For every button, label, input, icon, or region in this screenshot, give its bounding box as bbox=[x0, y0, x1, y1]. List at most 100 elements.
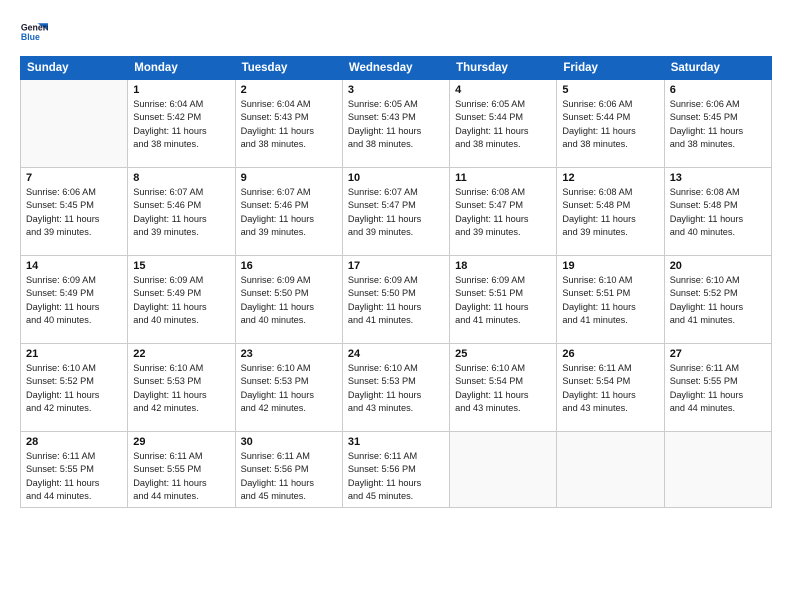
cell-line: and 45 minutes. bbox=[348, 490, 444, 503]
day-cell: 19Sunrise: 6:10 AMSunset: 5:51 PMDayligh… bbox=[557, 256, 664, 344]
cell-line: and 38 minutes. bbox=[133, 138, 229, 151]
cell-line: Daylight: 11 hours bbox=[133, 389, 229, 402]
day-number: 12 bbox=[562, 172, 658, 184]
cell-line: and 41 minutes. bbox=[348, 314, 444, 327]
col-header-saturday: Saturday bbox=[664, 57, 771, 80]
cell-line: Sunset: 5:50 PM bbox=[241, 287, 337, 300]
cell-line: Sunrise: 6:09 AM bbox=[348, 274, 444, 287]
cell-line: and 40 minutes. bbox=[26, 314, 122, 327]
day-cell: 11 Sunrise: 6:08 AMSunset: 5:47 PMDayligh… bbox=[450, 168, 557, 256]
day-number: 15 bbox=[133, 260, 229, 272]
cell-line: Sunset: 5:52 PM bbox=[670, 287, 766, 300]
cell-line: and 39 minutes. bbox=[562, 226, 658, 239]
day-number: 8 bbox=[133, 172, 229, 184]
day-cell: 12Sunrise: 6:08 AMSunset: 5:48 PMDayligh… bbox=[557, 168, 664, 256]
cell-line: Sunset: 5:46 PM bbox=[241, 199, 337, 212]
cell-line: Sunrise: 6:10 AM bbox=[455, 362, 551, 375]
cell-line: Sunset: 5:56 PM bbox=[348, 463, 444, 476]
cell-line: Sunset: 5:47 PM bbox=[348, 199, 444, 212]
header: General Blue bbox=[20, 18, 772, 46]
cell-line: Sunset: 5:52 PM bbox=[26, 375, 122, 388]
day-cell: 2Sunrise: 6:04 AMSunset: 5:43 PMDaylight… bbox=[235, 80, 342, 168]
svg-text:General: General bbox=[21, 22, 48, 32]
day-cell: 6Sunrise: 6:06 AMSunset: 5:45 PMDaylight… bbox=[664, 80, 771, 168]
day-cell: 15Sunrise: 6:09 AMSunset: 5:49 PMDayligh… bbox=[128, 256, 235, 344]
cell-line: Sunrise: 6:05 AM bbox=[348, 98, 444, 111]
cell-line: Sunset: 5:43 PM bbox=[241, 111, 337, 124]
cell-line: Daylight: 11 hours bbox=[670, 125, 766, 138]
cell-line: Daylight: 11 hours bbox=[348, 125, 444, 138]
cell-line: Sunrise: 6:11 AM bbox=[241, 450, 337, 463]
cell-line: Daylight: 11 hours bbox=[670, 301, 766, 314]
cell-line: Sunrise: 6:11 AM bbox=[670, 362, 766, 375]
cell-line: Sunset: 5:53 PM bbox=[241, 375, 337, 388]
cell-line: Daylight: 11 hours bbox=[562, 213, 658, 226]
week-row-2: 7Sunrise: 6:06 AMSunset: 5:45 PMDaylight… bbox=[21, 168, 772, 256]
cell-line: Daylight: 11 hours bbox=[455, 213, 551, 226]
day-number: 7 bbox=[26, 172, 122, 184]
cell-line: Sunrise: 6:06 AM bbox=[670, 98, 766, 111]
cell-line: Daylight: 11 hours bbox=[562, 389, 658, 402]
cell-line: Sunset: 5:42 PM bbox=[133, 111, 229, 124]
week-row-5: 28Sunrise: 6:11 AMSunset: 5:55 PMDayligh… bbox=[21, 432, 772, 508]
column-header-row: SundayMondayTuesdayWednesdayThursdayFrid… bbox=[21, 57, 772, 80]
cell-line: Sunrise: 6:08 AM bbox=[670, 186, 766, 199]
day-cell bbox=[21, 80, 128, 168]
day-cell: 28Sunrise: 6:11 AMSunset: 5:55 PMDayligh… bbox=[21, 432, 128, 508]
day-cell: 9Sunrise: 6:07 AMSunset: 5:46 PMDaylight… bbox=[235, 168, 342, 256]
cell-line: Sunrise: 6:10 AM bbox=[562, 274, 658, 287]
day-cell: 18Sunrise: 6:09 AMSunset: 5:51 PMDayligh… bbox=[450, 256, 557, 344]
day-number: 30 bbox=[241, 436, 337, 448]
day-number: 26 bbox=[562, 348, 658, 360]
cell-line: and 43 minutes. bbox=[348, 402, 444, 415]
cell-line: Sunrise: 6:10 AM bbox=[348, 362, 444, 375]
day-number: 1 bbox=[133, 84, 229, 96]
cell-line: Daylight: 11 hours bbox=[133, 213, 229, 226]
day-number: 2 bbox=[241, 84, 337, 96]
cell-line: and 43 minutes. bbox=[455, 402, 551, 415]
cell-line: Daylight: 11 hours bbox=[133, 125, 229, 138]
cell-line: Sunset: 5:44 PM bbox=[562, 111, 658, 124]
cell-line: Sunrise: 6:07 AM bbox=[348, 186, 444, 199]
day-cell: 26Sunrise: 6:11 AMSunset: 5:54 PMDayligh… bbox=[557, 344, 664, 432]
day-number: 31 bbox=[348, 436, 444, 448]
cell-line: and 44 minutes. bbox=[133, 490, 229, 503]
cell-line: Sunrise: 6:08 AM bbox=[455, 186, 551, 199]
col-header-tuesday: Tuesday bbox=[235, 57, 342, 80]
col-header-sunday: Sunday bbox=[21, 57, 128, 80]
cell-line: and 40 minutes. bbox=[241, 314, 337, 327]
cell-line: Sunset: 5:47 PM bbox=[455, 199, 551, 212]
cell-line: and 38 minutes. bbox=[348, 138, 444, 151]
cell-line: and 39 minutes. bbox=[133, 226, 229, 239]
day-number: 20 bbox=[670, 260, 766, 272]
cell-line: Daylight: 11 hours bbox=[348, 213, 444, 226]
cell-line: Sunset: 5:48 PM bbox=[562, 199, 658, 212]
day-number: 11 bbox=[455, 172, 551, 184]
cell-line: and 38 minutes. bbox=[670, 138, 766, 151]
cell-line: Sunrise: 6:11 AM bbox=[26, 450, 122, 463]
day-cell: 21Sunrise: 6:10 AMSunset: 5:52 PMDayligh… bbox=[21, 344, 128, 432]
cell-line: Daylight: 11 hours bbox=[670, 213, 766, 226]
cell-line: Sunrise: 6:10 AM bbox=[670, 274, 766, 287]
day-cell bbox=[664, 432, 771, 508]
cell-line: and 40 minutes. bbox=[133, 314, 229, 327]
cell-line: Daylight: 11 hours bbox=[241, 301, 337, 314]
cell-line: and 39 minutes. bbox=[26, 226, 122, 239]
cell-line: and 40 minutes. bbox=[670, 226, 766, 239]
cell-line: Sunset: 5:44 PM bbox=[455, 111, 551, 124]
day-cell: 22Sunrise: 6:10 AMSunset: 5:53 PMDayligh… bbox=[128, 344, 235, 432]
cell-line: Sunset: 5:46 PM bbox=[133, 199, 229, 212]
page: General Blue SundayMondayTuesdayWednesda… bbox=[0, 0, 792, 612]
day-cell bbox=[557, 432, 664, 508]
day-number: 13 bbox=[670, 172, 766, 184]
cell-line: Sunset: 5:55 PM bbox=[26, 463, 122, 476]
day-cell: 24Sunrise: 6:10 AMSunset: 5:53 PMDayligh… bbox=[342, 344, 449, 432]
logo: General Blue bbox=[20, 18, 48, 46]
cell-line: Daylight: 11 hours bbox=[26, 389, 122, 402]
cell-line: Daylight: 11 hours bbox=[562, 125, 658, 138]
day-cell: 27Sunrise: 6:11 AMSunset: 5:55 PMDayligh… bbox=[664, 344, 771, 432]
day-cell: 8Sunrise: 6:07 AMSunset: 5:46 PMDaylight… bbox=[128, 168, 235, 256]
cell-line: Sunset: 5:53 PM bbox=[348, 375, 444, 388]
cell-line: Sunrise: 6:09 AM bbox=[26, 274, 122, 287]
week-row-4: 21Sunrise: 6:10 AMSunset: 5:52 PMDayligh… bbox=[21, 344, 772, 432]
